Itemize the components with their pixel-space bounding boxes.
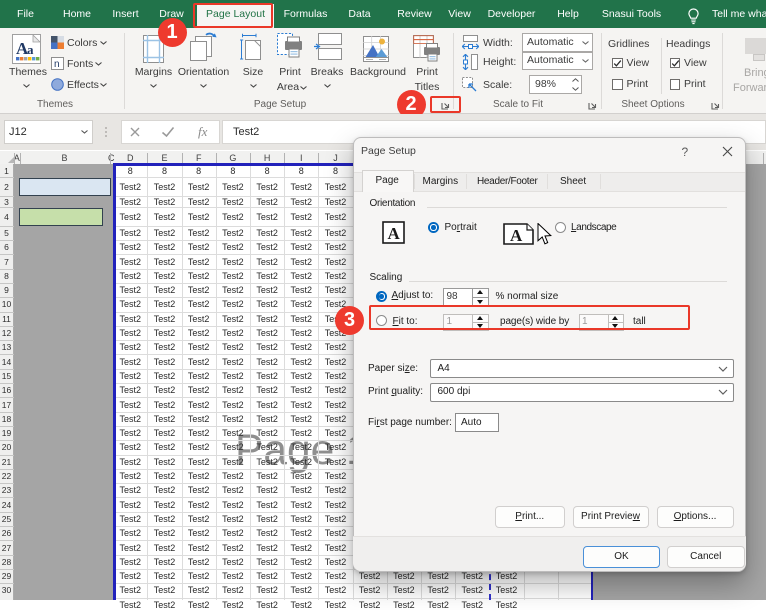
svg-text:a: a [27, 42, 34, 57]
svg-text:A: A [510, 226, 523, 245]
svg-text:n: n [54, 59, 60, 70]
svg-text:A: A [387, 224, 400, 243]
